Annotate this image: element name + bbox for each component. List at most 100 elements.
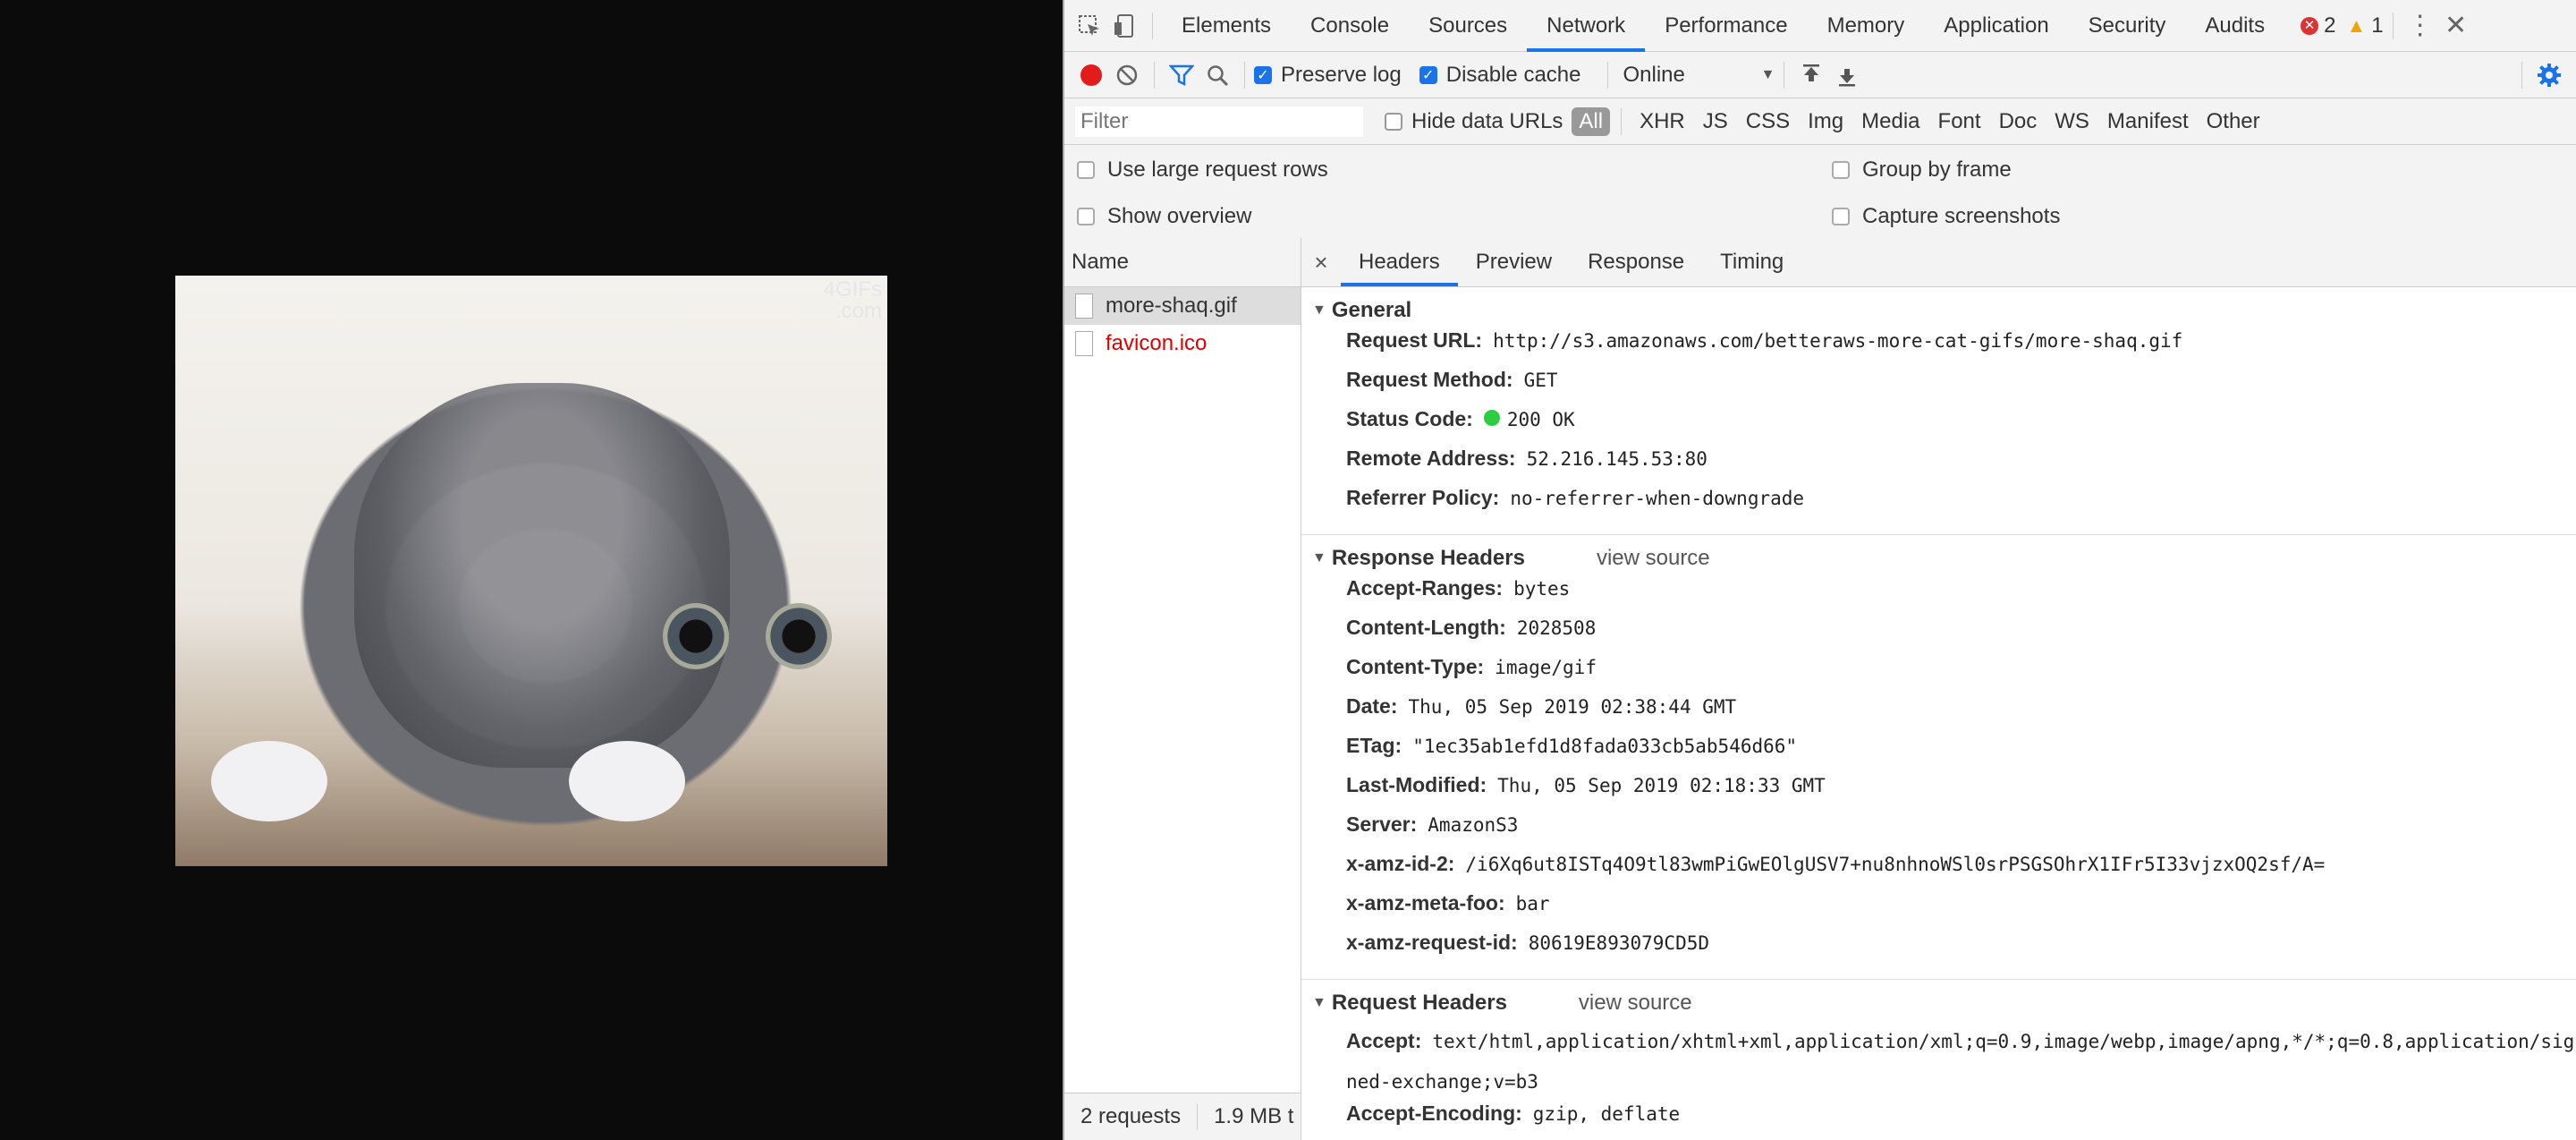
name-column-header[interactable]: Name: [1064, 238, 1301, 287]
hide-data-urls-checkbox[interactable]: Hide data URLs: [1385, 109, 1563, 134]
request-row-more-shaq[interactable]: more-shaq.gif: [1064, 287, 1301, 325]
tab-response[interactable]: Response: [1570, 238, 1702, 286]
tab-headers[interactable]: Headers: [1341, 238, 1458, 286]
header-value: /i6Xq6ut8ISTq4O9tl83wmPiGwEOlgUSV7+nu8nh…: [1465, 854, 2326, 875]
cat-gif-image: 4GIFs .com: [175, 276, 887, 866]
header-key: Accept:: [1346, 1029, 1422, 1052]
request-headers-section: ▼ Request Headers view source Accept: tex…: [1301, 980, 2576, 1140]
cat-body-shape: [354, 383, 730, 768]
collapse-triangle-icon: ▼: [1312, 550, 1326, 566]
request-detail-pane: × Headers Preview Response Timing ▼ Gene…: [1301, 238, 2576, 1140]
request-name: more-shaq.gif: [1106, 294, 1237, 318]
export-har-icon[interactable]: [1829, 57, 1865, 93]
filter-type-manifest[interactable]: Manifest: [2100, 107, 2196, 136]
inspect-element-icon[interactable]: [1072, 8, 1107, 44]
tab-audits[interactable]: Audits: [2185, 0, 2284, 52]
tab-sources[interactable]: Sources: [1409, 0, 1527, 52]
filter-type-ws[interactable]: WS: [2047, 107, 2097, 136]
filter-type-font[interactable]: Font: [1931, 107, 1988, 136]
tab-timing[interactable]: Timing: [1702, 238, 1801, 286]
section-title: General: [1331, 298, 1412, 322]
status-ok-icon: [1483, 410, 1500, 426]
tab-application[interactable]: Application: [1924, 0, 2068, 52]
header-row: ETag: "1ec35ab1efd1d8fada033cb5ab546d66": [1301, 734, 2576, 773]
group-by-frame-checkbox[interactable]: Group by frame: [1832, 157, 2012, 183]
request-row-favicon[interactable]: favicon.ico: [1064, 325, 1301, 362]
capture-screenshots-checkbox[interactable]: Capture screenshots: [1832, 204, 2060, 229]
header-row: Accept-Encoding: gzip, deflate: [1301, 1102, 2576, 1140]
cat-paw-left: [211, 741, 327, 821]
settings-gear-icon[interactable]: [2531, 57, 2567, 93]
tab-network[interactable]: Network: [1527, 0, 1646, 52]
filter-type-media[interactable]: Media: [1854, 107, 1927, 136]
header-key: Request Method:: [1346, 368, 1513, 391]
close-detail-icon[interactable]: ×: [1301, 249, 1341, 276]
header-key: x-amz-request-id:: [1346, 931, 1518, 954]
header-key: Content-Type:: [1346, 655, 1485, 678]
header-value: http://s3.amazonaws.com/betteraws-more-c…: [1493, 330, 2183, 352]
filter-type-doc[interactable]: Doc: [1992, 107, 2045, 136]
network-toolbar: ✓ Preserve log ✓ Disable cache Online ▼: [1064, 52, 2576, 98]
tab-performance[interactable]: Performance: [1645, 0, 1807, 52]
checkbox-box: [1832, 208, 1850, 225]
filter-icon[interactable]: [1164, 57, 1199, 93]
divider: [1244, 61, 1245, 89]
request-list: Name more-shaq.gif favicon.ico 2 request…: [1064, 238, 1301, 1140]
header-key: Content-Length:: [1346, 616, 1506, 639]
close-devtools-icon[interactable]: ✕: [2438, 8, 2474, 44]
tab-console[interactable]: Console: [1291, 0, 1409, 52]
clear-icon[interactable]: [1109, 57, 1145, 93]
response-headers-header[interactable]: ▼ Response Headers view source: [1301, 540, 2576, 576]
devtools-tabbar: Elements Console Sources Network Perform…: [1064, 0, 2576, 52]
filter-bar: Hide data URLs All XHR JS CSS Img Media …: [1064, 98, 2576, 145]
large-rows-label: Use large request rows: [1107, 157, 1328, 182]
hide-data-urls-label: Hide data URLs: [1411, 108, 1563, 133]
filter-type-img[interactable]: Img: [1801, 107, 1851, 136]
filter-type-all[interactable]: All: [1572, 106, 1611, 136]
watermark-line2: .com: [835, 299, 882, 323]
header-value: text/html,application/xhtml+xml,applicat…: [1346, 1031, 2575, 1093]
request-headers-header[interactable]: ▼ Request Headers view source: [1301, 985, 2576, 1021]
tab-preview[interactable]: Preview: [1458, 238, 1570, 286]
show-overview-checkbox[interactable]: Show overview: [1077, 204, 1251, 229]
view-source-link[interactable]: view source: [1579, 991, 1692, 1016]
filter-type-xhr[interactable]: XHR: [1632, 107, 1692, 136]
header-key: Accept-Encoding:: [1346, 1102, 1522, 1125]
device-toolbar-icon[interactable]: [1107, 8, 1143, 44]
import-har-icon[interactable]: [1793, 57, 1829, 93]
header-value: no-referrer-when-downgrade: [1510, 488, 1805, 509]
header-value: 200 OK: [1506, 409, 1575, 430]
large-rows-checkbox[interactable]: Use large request rows: [1077, 157, 1328, 183]
throttling-select[interactable]: Online ▼: [1623, 63, 1775, 88]
general-section-header[interactable]: ▼ General: [1301, 293, 2576, 328]
tab-memory[interactable]: Memory: [1808, 0, 1925, 52]
filter-type-other[interactable]: Other: [2199, 107, 2267, 136]
tab-elements[interactable]: Elements: [1162, 0, 1291, 52]
filter-type-css[interactable]: CSS: [1739, 107, 1797, 136]
record-icon[interactable]: [1073, 57, 1109, 93]
tab-security[interactable]: Security: [2069, 0, 2186, 52]
preserve-log-checkbox[interactable]: ✓ Preserve log: [1254, 63, 1402, 88]
disable-cache-label: Disable cache: [1445, 62, 1581, 87]
checkbox-box: [1077, 161, 1095, 179]
view-source-link[interactable]: view source: [1597, 546, 1710, 571]
header-value: bytes: [1513, 578, 1571, 600]
divider: [1607, 61, 1609, 89]
dropdown-arrow-icon: ▼: [1760, 66, 1775, 82]
header-value: GET: [1523, 370, 1558, 391]
file-icon: [1075, 331, 1093, 356]
issue-counter[interactable]: ✕ 2 ▲ 1: [2301, 13, 2384, 38]
header-key: Remote Address:: [1346, 447, 1516, 470]
more-menu-icon[interactable]: ⋮: [2402, 8, 2438, 44]
cat-eye-left: [663, 603, 729, 669]
check-icon: ✓: [1254, 65, 1272, 84]
filter-type-js[interactable]: JS: [1696, 107, 1735, 136]
header-key: Status Code:: [1346, 407, 1473, 430]
header-key: x-amz-id-2:: [1346, 852, 1455, 875]
transfer-size: 1.9 MB t: [1214, 1104, 1294, 1128]
cat-eye-right: [766, 603, 832, 669]
filter-input[interactable]: [1075, 106, 1363, 137]
search-icon[interactable]: [1199, 57, 1235, 93]
disable-cache-checkbox[interactable]: ✓ Disable cache: [1419, 62, 1581, 88]
divider: [1154, 61, 1155, 89]
